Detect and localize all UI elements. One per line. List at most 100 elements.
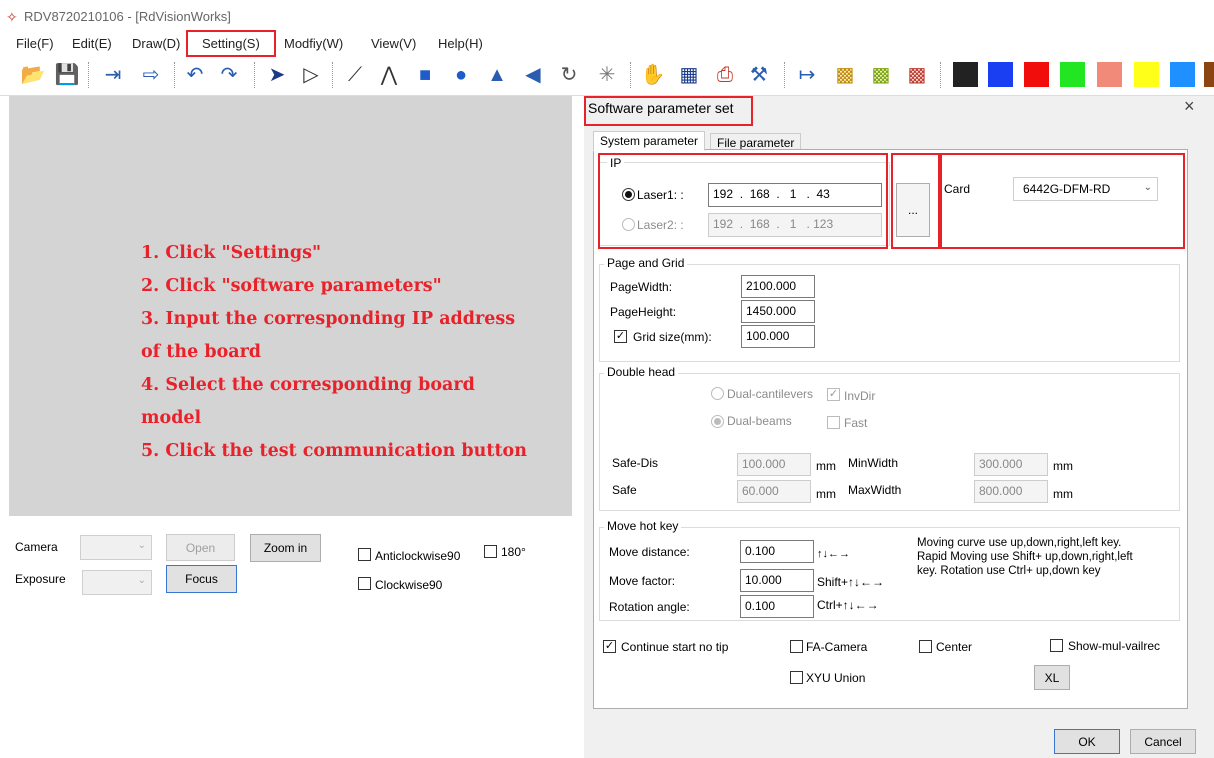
dual-beams-label: Dual-beams: [727, 414, 792, 428]
mirror-vertical-icon[interactable]: ◀: [518, 60, 548, 90]
dual-beams-radio[interactable]: [711, 415, 724, 428]
menu-edit[interactable]: Edit(E): [72, 36, 112, 51]
xl-button[interactable]: XL: [1034, 665, 1070, 690]
safe-input[interactable]: 60.000: [737, 480, 811, 503]
center-checkbox[interactable]: [919, 640, 932, 653]
move-factor-label: Move factor:: [609, 574, 676, 588]
ellipse-icon[interactable]: ●: [446, 60, 476, 90]
safe-dis-input[interactable]: 100.000: [737, 453, 811, 476]
clockwise90-label: Clockwise90: [375, 578, 443, 592]
undo-icon[interactable]: ↶: [180, 60, 210, 90]
zoom-in-button[interactable]: Zoom in: [250, 534, 321, 562]
title-bar: ✧ RDV8720210106 - [RdVisionWorks]: [0, 0, 1214, 30]
select-icon[interactable]: ➤: [262, 60, 292, 90]
cancel-button[interactable]: Cancel: [1130, 729, 1196, 754]
line-icon[interactable]: ⟋: [340, 60, 370, 90]
xyu-union-checkbox[interactable]: [790, 671, 803, 684]
color-swatch-brown[interactable]: [1204, 62, 1214, 87]
import-icon[interactable]: ⇥: [98, 60, 128, 90]
redo-icon[interactable]: ↷: [214, 60, 244, 90]
save-icon[interactable]: 💾: [52, 60, 82, 90]
color-swatch-blue[interactable]: [988, 62, 1013, 87]
export-icon[interactable]: ⇨: [136, 60, 166, 90]
fa-camera-checkbox[interactable]: [790, 640, 803, 653]
move-factor-input[interactable]: 10.000: [740, 569, 814, 592]
rotate-180-checkbox[interactable]: [484, 545, 497, 558]
rotate-icon[interactable]: ↻: [554, 60, 584, 90]
show-mul-vailrec-checkbox[interactable]: [1050, 639, 1063, 652]
color-swatch-salmon[interactable]: [1097, 62, 1122, 87]
page-width-input[interactable]: 2100.000: [741, 275, 815, 298]
min-width-input[interactable]: 300.000: [974, 453, 1048, 476]
node-edit-icon[interactable]: ▷: [296, 60, 326, 90]
menu-view[interactable]: View(V): [371, 36, 416, 51]
grid-size-checkbox[interactable]: ✓: [614, 330, 627, 343]
toolbar-separator: [332, 62, 333, 88]
grid-size-label: Grid size(mm):: [633, 330, 712, 344]
color-swatch-black[interactable]: [953, 62, 978, 87]
tool-icon[interactable]: ⚒: [744, 60, 774, 90]
page-width-label: PageWidth:: [610, 280, 673, 294]
close-icon[interactable]: ×: [1184, 96, 1195, 117]
camera-panel: Camera ⌄ Open Zoom in Anticlockwise90 18…: [9, 516, 572, 626]
instruction-line: of the board: [141, 342, 262, 362]
hotkey-help-line: Rapid Moving use Shift+ up,down,right,le…: [917, 551, 1133, 563]
rotation-angle-label: Rotation angle:: [609, 600, 690, 614]
ip-highlight-box: [598, 153, 888, 249]
exposure-select[interactable]: ⌄: [82, 570, 152, 595]
ok-button[interactable]: OK: [1054, 729, 1120, 754]
move-distance-input[interactable]: 0.100: [740, 540, 814, 563]
layer-icon-3[interactable]: ▩: [902, 60, 932, 90]
move-factor-keys: Shift+↑↓←→: [817, 575, 885, 589]
double-head-title: Double head: [604, 365, 679, 379]
move-hotkey-title: Move hot key: [604, 519, 682, 533]
focus-button[interactable]: Focus: [166, 565, 237, 593]
rectangle-icon[interactable]: ■: [410, 60, 440, 90]
clockwise90-checkbox[interactable]: [358, 577, 371, 590]
dialog-title-highlight-box: [584, 96, 753, 126]
menu-file[interactable]: File(F): [16, 36, 54, 51]
mirror-horizontal-icon[interactable]: ▲: [482, 60, 512, 90]
chevron-down-icon: ⌄: [137, 540, 146, 551]
continue-start-checkbox[interactable]: ✓: [603, 640, 616, 653]
invdir-checkbox[interactable]: ✓: [827, 388, 840, 401]
menu-modify[interactable]: Modfiy(W): [284, 36, 343, 51]
layer-icon-1[interactable]: ▩: [830, 60, 860, 90]
dual-cantilevers-radio[interactable]: [711, 387, 724, 400]
layer-icon-2[interactable]: ▩: [866, 60, 896, 90]
hand-icon[interactable]: ✋: [638, 60, 668, 90]
crop-icon[interactable]: ▦: [674, 60, 704, 90]
instruction-line: 2. Click "software parameters": [141, 276, 442, 296]
toolbar-separator: [88, 62, 89, 88]
drawing-canvas[interactable]: 1. Click "Settings" 2. Click "software p…: [9, 96, 572, 516]
page-height-input[interactable]: 1450.000: [741, 300, 815, 323]
safe-unit: mm: [816, 487, 836, 501]
max-width-input[interactable]: 800.000: [974, 480, 1048, 503]
distance-icon[interactable]: ↦: [792, 60, 822, 90]
anticlockwise90-checkbox[interactable]: [358, 548, 371, 561]
print-icon[interactable]: ⎙: [710, 60, 740, 90]
rotation-angle-input[interactable]: 0.100: [740, 595, 814, 618]
fast-checkbox[interactable]: [827, 416, 840, 429]
min-width-label: MinWidth: [848, 456, 899, 470]
toolbar-separator: [174, 62, 175, 88]
color-swatch-yellow[interactable]: [1134, 62, 1159, 87]
fast-label: Fast: [844, 416, 868, 430]
color-swatch-green[interactable]: [1060, 62, 1085, 87]
open-camera-button[interactable]: Open: [166, 534, 235, 561]
hotkey-help-line: Moving curve use up,down,right,left key.: [917, 537, 1122, 549]
polyline-icon[interactable]: ⋀: [374, 60, 404, 90]
xyu-union-label: XYU Union: [806, 671, 866, 685]
app-logo-icon: ✧: [6, 9, 18, 25]
open-icon[interactable]: 📂: [18, 60, 48, 90]
color-swatch-light-blue[interactable]: [1170, 62, 1195, 87]
menu-draw[interactable]: Draw(D): [132, 36, 180, 51]
color-swatch-red[interactable]: [1024, 62, 1049, 87]
star-icon[interactable]: ✳: [592, 60, 622, 90]
tab-system-parameter[interactable]: System parameter: [593, 131, 706, 151]
instruction-line: 3. Input the corresponding IP address: [141, 309, 516, 329]
grid-size-input[interactable]: 100.000: [741, 325, 815, 348]
menu-help[interactable]: Help(H): [438, 36, 483, 51]
anticlockwise90-label: Anticlockwise90: [375, 549, 461, 563]
camera-select[interactable]: ⌄: [80, 535, 152, 560]
